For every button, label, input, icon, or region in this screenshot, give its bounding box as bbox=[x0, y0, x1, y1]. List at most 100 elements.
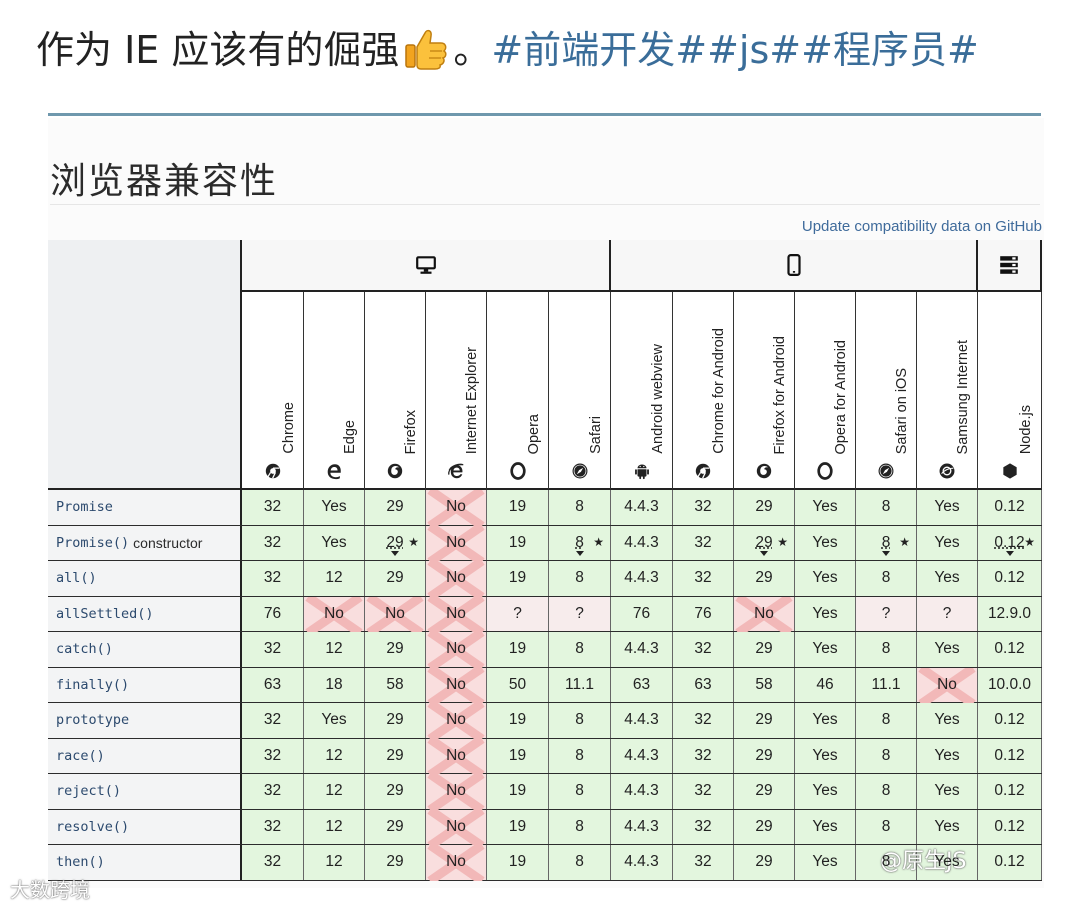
support-value: Yes bbox=[321, 533, 347, 551]
support-value: 12 bbox=[325, 640, 343, 658]
browser-name: Firefox for Android bbox=[772, 335, 788, 454]
feature-name-link[interactable]: reject() bbox=[48, 774, 242, 809]
support-cell: ? bbox=[917, 596, 978, 631]
support-value: 4.4.3 bbox=[624, 533, 659, 551]
support-cell[interactable]: 29 ★ bbox=[365, 525, 426, 560]
support-cell: 12 bbox=[304, 738, 365, 773]
support-cell: 19 bbox=[487, 703, 549, 738]
feature-name-link[interactable]: race() bbox=[48, 738, 242, 773]
feature-name-link[interactable]: catch() bbox=[48, 632, 242, 667]
browser-header: Node.js bbox=[978, 292, 1042, 490]
support-value: 19 bbox=[508, 569, 527, 587]
support-cell: 12.9.0 bbox=[978, 596, 1042, 631]
support-cell: 8 bbox=[856, 809, 917, 844]
browser-name: Opera bbox=[525, 413, 542, 454]
support-value: 12.9.0 bbox=[987, 604, 1032, 622]
expand-triangle-icon[interactable] bbox=[760, 551, 768, 556]
support-value: 32 bbox=[263, 498, 282, 516]
support-value: Yes bbox=[812, 569, 838, 587]
expand-triangle-icon[interactable] bbox=[575, 551, 584, 556]
support-cell: 58 bbox=[734, 667, 795, 702]
support-value: No bbox=[446, 853, 466, 871]
browser-header: Opera for Android bbox=[795, 292, 856, 490]
support-value: 63 bbox=[263, 675, 282, 693]
support-value: 29 bbox=[755, 782, 773, 800]
support-cell: No bbox=[426, 667, 487, 704]
support-cell[interactable]: 8 ★ bbox=[856, 525, 917, 560]
support-cell: 32 bbox=[673, 738, 734, 773]
feature-name-link[interactable]: finally() bbox=[48, 667, 242, 702]
support-cell: 32 bbox=[242, 561, 304, 596]
support-cell: 0.12 bbox=[978, 738, 1042, 773]
feature-name-link[interactable]: allSettled() bbox=[48, 596, 242, 631]
support-cell: 32 bbox=[673, 809, 734, 844]
support-cell[interactable]: 29 ★ bbox=[734, 525, 795, 560]
support-cell: Yes bbox=[917, 809, 978, 844]
support-value: 0.12 bbox=[994, 498, 1025, 516]
support-cell[interactable]: 0.12 ★ bbox=[978, 525, 1042, 560]
support-cell: 8 bbox=[856, 490, 917, 525]
support-value: 4.4.3 bbox=[624, 782, 659, 800]
opera-icon bbox=[817, 462, 833, 480]
browser-name: Opera for Android bbox=[833, 339, 849, 454]
browser-header: Chrome bbox=[242, 292, 304, 490]
support-value: 4.4.3 bbox=[624, 817, 659, 835]
support-cell: 0.12 bbox=[978, 561, 1042, 596]
support-value: 0.12 bbox=[994, 640, 1025, 658]
thumbs-up-emoji bbox=[405, 29, 447, 70]
support-value: No bbox=[385, 604, 405, 622]
safari-icon bbox=[878, 463, 894, 479]
support-value: 29 bbox=[386, 498, 404, 516]
support-cell[interactable]: 8 ★ bbox=[549, 525, 611, 560]
support-value: 29 bbox=[386, 640, 404, 658]
support-cell: 0.12 bbox=[978, 845, 1042, 880]
support-value: No bbox=[446, 711, 466, 729]
feature-name-link[interactable]: prototype bbox=[48, 703, 242, 738]
support-cell: 29 bbox=[734, 774, 795, 809]
support-cell: 29 bbox=[734, 561, 795, 596]
support-value: Yes bbox=[812, 533, 838, 551]
support-cell: 32 bbox=[673, 525, 734, 560]
table-row: Promise() constructor 32 Yes 29 ★ No 19 8 ★ 4.4.3 3… bbox=[48, 525, 1042, 562]
support-cell: Yes bbox=[917, 738, 978, 773]
expand-triangle-icon[interactable] bbox=[882, 551, 890, 556]
support-cell: 8 bbox=[856, 561, 917, 596]
firefox-icon bbox=[387, 463, 403, 479]
support-value: Yes bbox=[934, 817, 960, 835]
feature-name-link[interactable]: resolve() bbox=[48, 809, 242, 844]
support-cell: 19 bbox=[487, 774, 549, 809]
table-row: Promise 32 Yes 29 No 19 8 4.4.3 32 29 Yes 8 Yes 0.12 bbox=[48, 490, 1042, 526]
support-value: 8 bbox=[575, 498, 584, 516]
support-value: Yes bbox=[812, 640, 838, 658]
support-value: 4.4.3 bbox=[624, 498, 659, 516]
support-cell: 19 bbox=[487, 738, 549, 773]
browser-header: Samsung Internet bbox=[917, 292, 978, 490]
github-link[interactable]: Update compatibility data on GitHub bbox=[802, 218, 1042, 235]
support-cell: 32 bbox=[242, 490, 304, 525]
support-value: No bbox=[446, 569, 466, 587]
support-value: 32 bbox=[694, 782, 712, 800]
browser-name: Chrome for Android bbox=[711, 328, 727, 454]
post-body: 作为 IE 应该有的倔强 bbox=[36, 28, 400, 72]
support-value: 32 bbox=[694, 533, 712, 551]
expand-triangle-icon[interactable] bbox=[391, 551, 399, 556]
note-star-icon: ★ bbox=[899, 534, 910, 549]
browser-header: Chrome for Android bbox=[673, 292, 734, 490]
support-value: 19 bbox=[508, 782, 527, 800]
support-value: Yes bbox=[812, 853, 838, 871]
support-value: 8 bbox=[881, 533, 891, 551]
support-value: 19 bbox=[508, 746, 527, 764]
note-star-icon: ★ bbox=[408, 534, 419, 549]
feature-name-link[interactable]: Promise() constructor bbox=[48, 525, 242, 560]
support-cell: No bbox=[426, 703, 487, 739]
desktop-icon bbox=[415, 256, 436, 274]
feature-name-link[interactable]: all() bbox=[48, 561, 242, 596]
support-value: No bbox=[446, 782, 466, 800]
expand-triangle-icon[interactable] bbox=[1005, 551, 1014, 556]
note-star-icon: ★ bbox=[1024, 534, 1035, 549]
hashtags-link[interactable]: #前端开发##js##程序员# bbox=[491, 28, 978, 72]
section-title: 浏览器兼容性 bbox=[50, 161, 279, 202]
feature-name-link[interactable]: Promise bbox=[48, 490, 242, 525]
feature-code: allSettled() bbox=[56, 605, 154, 622]
support-value: 32 bbox=[694, 640, 712, 658]
